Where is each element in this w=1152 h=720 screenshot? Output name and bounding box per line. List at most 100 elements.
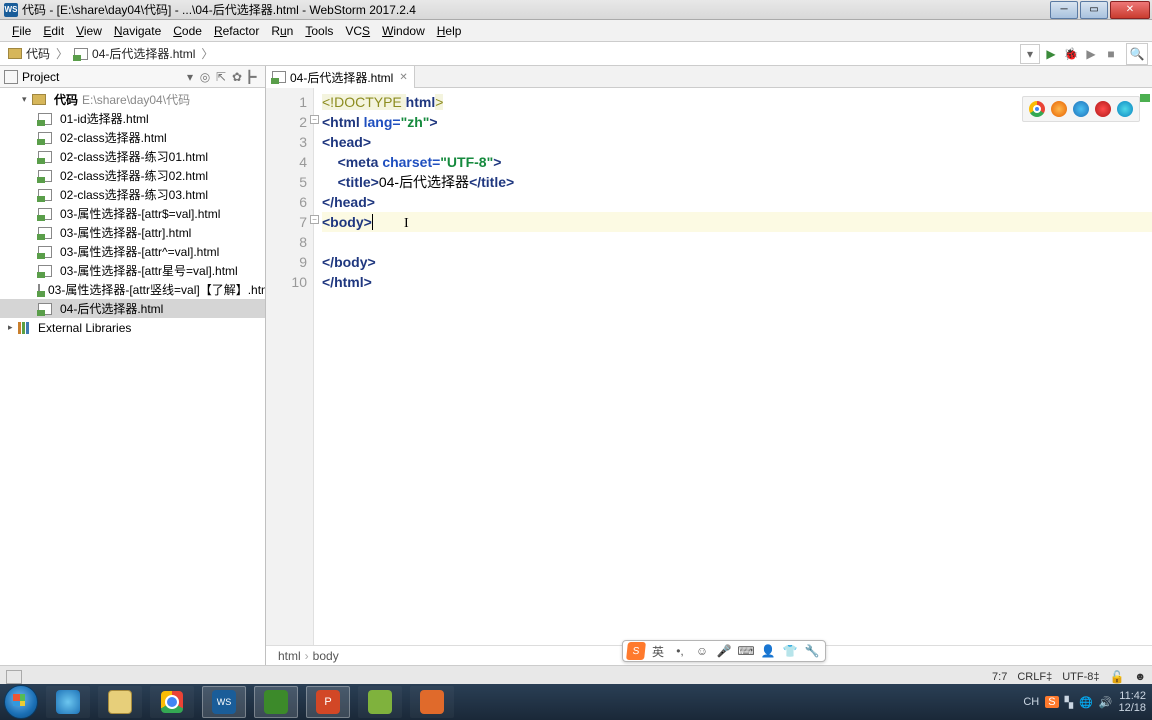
close-button[interactable]: ✕	[1110, 1, 1150, 19]
collapse-icon[interactable]: ⇱	[213, 70, 229, 84]
maximize-button[interactable]: ▭	[1080, 1, 1108, 19]
tree-file[interactable]: 03-属性选择器-[attr星号=val].html	[0, 261, 265, 280]
tree-file[interactable]: 02-class选择器-练习01.html	[0, 147, 265, 166]
tab-close-icon[interactable]: ✕	[399, 72, 407, 83]
ime-keyboard-icon[interactable]: ⌨	[737, 642, 755, 660]
lock-icon[interactable]: 🔓	[1109, 670, 1124, 684]
ime-lang[interactable]: 英	[649, 642, 667, 660]
tree-file-name: 02-class选择器.html	[60, 129, 167, 146]
hide-icon[interactable]: ┣╸	[245, 70, 261, 84]
tree-file[interactable]: 03-属性选择器-[attr^=val].html	[0, 242, 265, 261]
task-powerpoint[interactable]: P	[306, 686, 350, 718]
task-chrome[interactable]	[150, 686, 194, 718]
run-button[interactable]: ▶	[1042, 45, 1060, 63]
menu-run[interactable]: Run	[265, 22, 299, 40]
project-tool-header[interactable]: Project ▾ ◎ ⇱ ✿ ┣╸	[0, 66, 265, 88]
tree-file[interactable]: 03-属性选择器-[attr竖线=val]【了解】.html	[0, 280, 265, 299]
system-tray[interactable]: CH S ▚ 🌐 🔊 11:42 12/18	[1023, 690, 1148, 714]
run-config-dropdown[interactable]: ▾	[1020, 44, 1040, 64]
tree-file-name: 03-属性选择器-[attr^=val].html	[60, 243, 219, 260]
menu-tools[interactable]: Tools	[299, 22, 339, 40]
stop-button[interactable]: ■	[1102, 45, 1120, 63]
tree-file[interactable]: 02-class选择器-练习02.html	[0, 166, 265, 185]
tray-sogou[interactable]: S	[1045, 696, 1058, 708]
caret-down-icon[interactable]: ▾	[22, 94, 32, 105]
menu-code[interactable]: Code	[167, 22, 208, 40]
tree-file-name: 03-属性选择器-[attr竖线=val]【了解】.html	[48, 281, 265, 298]
tree-file[interactable]: 03-属性选择器-[attr].html	[0, 223, 265, 242]
todo-icon[interactable]	[6, 670, 22, 684]
line-separator[interactable]: CRLF‡	[1017, 671, 1052, 683]
tree-file[interactable]: 01-id选择器.html	[0, 109, 265, 128]
menu-navigate[interactable]: Navigate	[108, 22, 167, 40]
tray-flag-icon[interactable]: ▚	[1065, 696, 1073, 709]
debug-button[interactable]: 🐞	[1062, 45, 1080, 63]
tree-file-name: 04-后代选择器.html	[60, 300, 163, 317]
minimize-button[interactable]: ─	[1050, 1, 1078, 19]
external-libraries[interactable]: ▸ External Libraries	[0, 318, 265, 337]
task-app-green[interactable]	[358, 686, 402, 718]
project-tree[interactable]: ▾ 代码 E:\share\day04\代码 01-id选择器.html02-c…	[0, 88, 265, 665]
coverage-button[interactable]: ▶	[1082, 45, 1100, 63]
editor-area: 04-后代选择器.html ✕ 12345678910 <!DOCTYPE ht…	[266, 66, 1152, 665]
tray-lang[interactable]: CH	[1023, 696, 1039, 708]
ime-toolbar[interactable]: S 英 •, ☺ 🎤 ⌨ 👤 👕 🔧	[622, 640, 826, 662]
ime-emoji-icon[interactable]: ☺	[693, 642, 711, 660]
tree-root-name: 代码	[54, 91, 78, 108]
tray-clock[interactable]: 11:42 12/18	[1118, 690, 1146, 714]
tree-file[interactable]: 02-class选择器-练习03.html	[0, 185, 265, 204]
sogou-icon[interactable]: S	[626, 642, 646, 660]
tree-root[interactable]: ▾ 代码 E:\share\day04\代码	[0, 90, 265, 109]
firefox-icon[interactable]	[1051, 101, 1067, 117]
crumb-html[interactable]: html	[278, 649, 301, 663]
start-button[interactable]	[4, 685, 38, 719]
ime-tools-icon[interactable]: 🔧	[803, 642, 821, 660]
crumb-body[interactable]: body	[313, 649, 339, 663]
chrome-icon[interactable]	[1029, 101, 1045, 117]
menu-view[interactable]: View	[70, 22, 108, 40]
ime-voice-icon[interactable]: 🎤	[715, 642, 733, 660]
menu-vcs[interactable]: VCS	[339, 22, 376, 40]
tray-network-icon[interactable]: 🌐	[1079, 696, 1093, 709]
task-webstorm[interactable]: WS	[202, 686, 246, 718]
ime-skin-icon[interactable]: 👕	[781, 642, 799, 660]
menu-window[interactable]: Window	[376, 22, 431, 40]
opera-icon[interactable]	[1095, 101, 1111, 117]
hector-icon[interactable]: ☻	[1134, 671, 1146, 683]
chevron-down-icon[interactable]: ▾	[183, 70, 197, 84]
html-file-icon	[38, 284, 40, 296]
gear-icon[interactable]: ✿	[229, 70, 245, 84]
task-camtasia[interactable]	[254, 686, 298, 718]
breadcrumb-file[interactable]: 04-后代选择器.html	[70, 45, 199, 62]
safari-icon[interactable]	[1073, 101, 1089, 117]
tree-root-path: E:\share\day04\代码	[82, 91, 190, 108]
tree-file[interactable]: 04-后代选择器.html	[0, 299, 265, 318]
tray-volume-icon[interactable]: 🔊	[1099, 696, 1113, 709]
menu-refactor[interactable]: Refactor	[208, 22, 265, 40]
tree-file[interactable]: 03-属性选择器-[attr$=val].html	[0, 204, 265, 223]
html-file-icon	[38, 132, 52, 144]
task-app-orange[interactable]	[410, 686, 454, 718]
breadcrumb-folder[interactable]: 代码	[4, 45, 54, 62]
menu-file[interactable]: File	[6, 22, 37, 40]
file-encoding[interactable]: UTF-8‡	[1062, 671, 1099, 683]
menu-help[interactable]: Help	[431, 22, 468, 40]
ime-user-icon[interactable]: 👤	[759, 642, 777, 660]
editor-tab[interactable]: 04-后代选择器.html ✕	[266, 66, 415, 88]
code-editor[interactable]: 12345678910 <!DOCTYPE html>−<html lang="…	[266, 88, 1152, 645]
ie-icon[interactable]	[1117, 101, 1133, 117]
main-area: Project ▾ ◎ ⇱ ✿ ┣╸ ▾ 代码 E:\share\day04\代…	[0, 66, 1152, 665]
search-everywhere-button[interactable]: 🔍	[1126, 43, 1148, 65]
task-explorer[interactable]	[98, 686, 142, 718]
caret-right-icon[interactable]: ▸	[8, 322, 18, 333]
html-file-icon	[38, 303, 52, 315]
code-lines[interactable]: <!DOCTYPE html>−<html lang="zh"><head> <…	[314, 88, 1152, 645]
menu-bar: File Edit View Navigate Code Refactor Ru…	[0, 20, 1152, 42]
task-ie[interactable]	[46, 686, 90, 718]
ime-punct-icon[interactable]: •,	[671, 642, 689, 660]
menu-edit[interactable]: Edit	[37, 22, 70, 40]
tree-file[interactable]: 02-class选择器.html	[0, 128, 265, 147]
target-icon[interactable]: ◎	[197, 70, 213, 84]
breadcrumb-file-label: 04-后代选择器.html	[92, 45, 195, 62]
browser-icons-bar	[1022, 96, 1140, 122]
